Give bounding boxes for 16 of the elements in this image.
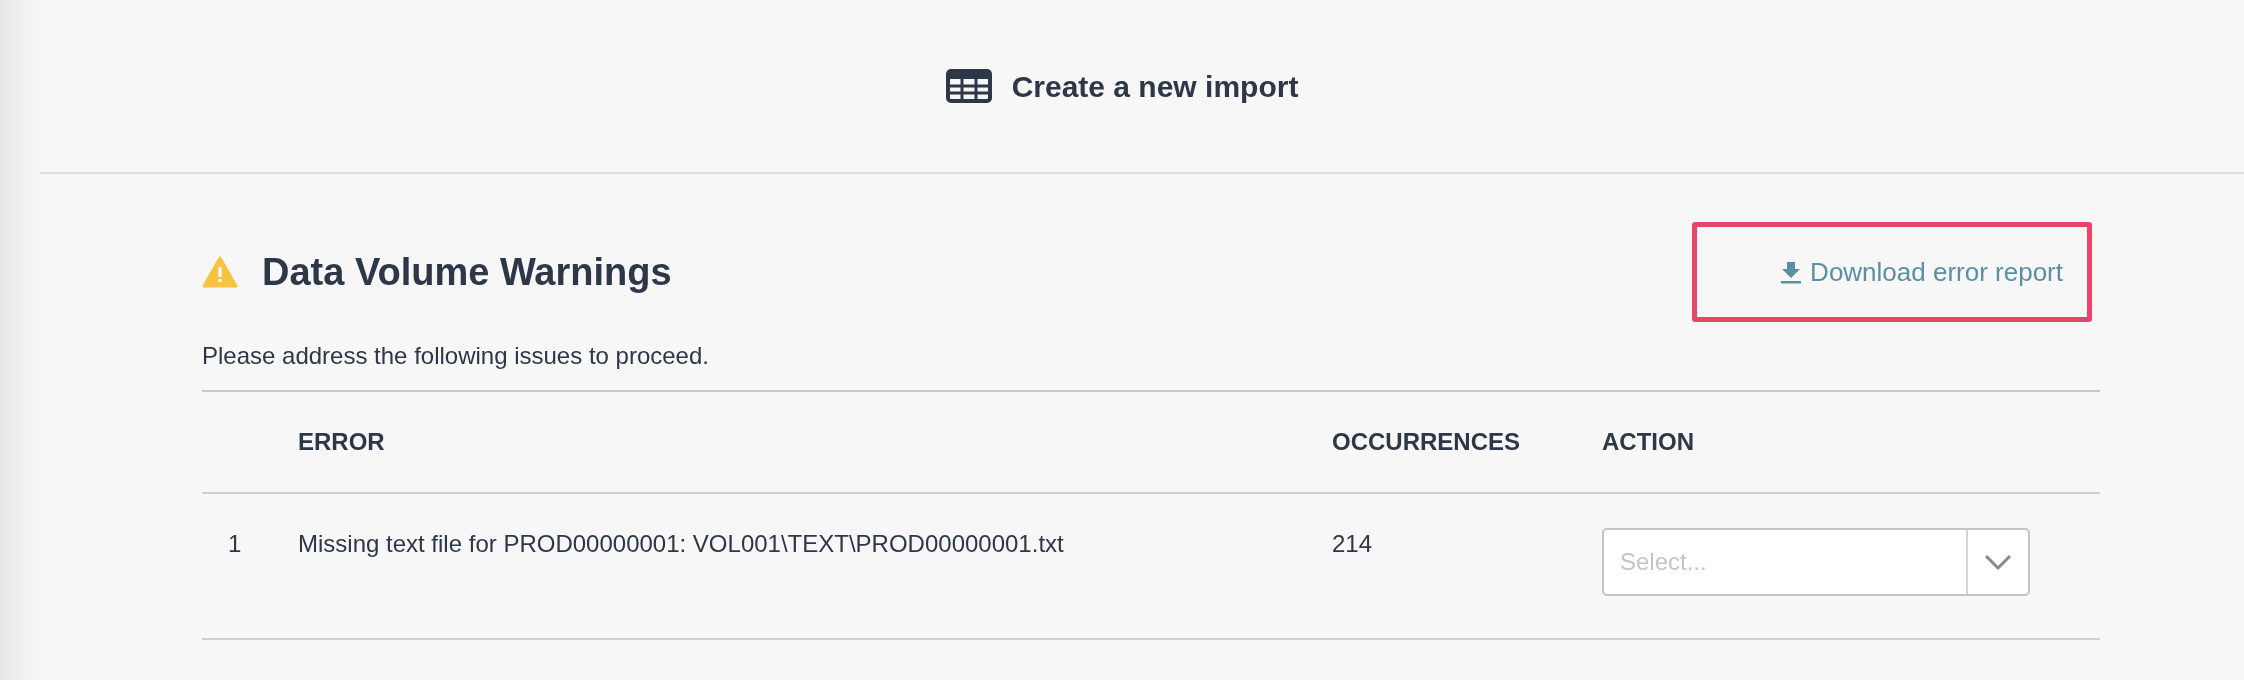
section-title: Data Volume Warnings bbox=[262, 249, 672, 295]
error-cell-text: Missing text file for PROD00000001: VOL001\TEXT\PROD00000001.txt bbox=[298, 529, 1065, 559]
page-title: Create a new import bbox=[1011, 68, 1299, 105]
select-input[interactable]: Select... bbox=[1604, 530, 1966, 594]
column-header: ACTION bbox=[1602, 427, 1694, 457]
chevron-down-icon bbox=[1984, 554, 2012, 570]
download-icon bbox=[1780, 260, 1803, 284]
occurrences-cell-text: 214 bbox=[1332, 529, 1374, 559]
action-select[interactable]: Select... bbox=[1602, 528, 2030, 596]
row-number: 1 bbox=[227, 529, 243, 559]
warning-icon bbox=[202, 256, 238, 288]
column-header: ERROR bbox=[298, 427, 386, 457]
instruction-text: Please address the following issues to proceed. bbox=[202, 341, 710, 371]
table-icon bbox=[945, 69, 992, 103]
download-link[interactable]: Download error report bbox=[1780, 252, 2063, 292]
column-header: OCCURRENCES bbox=[1332, 427, 1521, 457]
